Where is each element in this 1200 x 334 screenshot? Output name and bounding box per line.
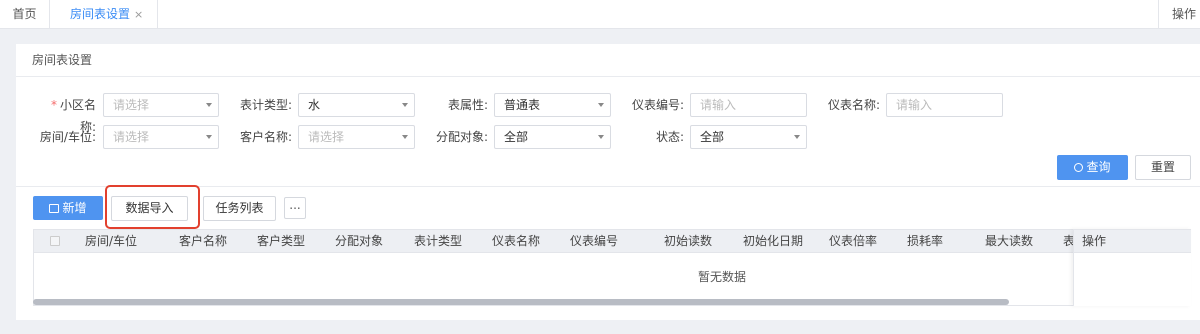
chevron-down-icon bbox=[206, 135, 212, 139]
reset-button[interactable]: 重置 bbox=[1135, 155, 1191, 180]
col-room: 房间/车位 bbox=[85, 234, 138, 248]
import-data-button[interactable]: 数据导入 bbox=[111, 196, 188, 221]
meter-name-input[interactable]: 请输入 bbox=[886, 93, 1003, 117]
table-header: 房间/车位 客户名称 客户类型 分配对象 表计类型 仪表名称 仪表编号 初始读数… bbox=[33, 229, 1191, 253]
meter-attr-label: 表属性: bbox=[447, 98, 488, 112]
meter-type-label: 表计类型: bbox=[239, 98, 292, 112]
tab-home[interactable]: 首页 bbox=[0, 0, 50, 29]
col-operations: 操作 bbox=[1074, 229, 1191, 253]
select-all-checkbox[interactable] bbox=[50, 236, 60, 246]
col-max-reading: 最大读数 bbox=[985, 234, 1034, 248]
search-icon bbox=[1074, 163, 1084, 172]
col-alloc: 分配对象 bbox=[335, 234, 384, 248]
customer-label: 客户名称: bbox=[239, 130, 292, 144]
tab-label: 房间表设置 bbox=[70, 7, 131, 21]
col-meter-no: 仪表编号 bbox=[570, 234, 619, 248]
chevron-down-icon bbox=[794, 135, 800, 139]
tab-operations[interactable]: 操作 bbox=[1158, 0, 1200, 29]
ops-fixed-column: 操作 bbox=[1073, 229, 1191, 306]
chevron-down-icon bbox=[402, 135, 408, 139]
chevron-down-icon bbox=[598, 103, 604, 107]
page-title: 房间表设置 bbox=[16, 44, 1200, 77]
room-select[interactable]: 请选择 bbox=[103, 125, 219, 149]
alloc-label: 分配对象: bbox=[435, 130, 488, 144]
close-icon[interactable]: × bbox=[134, 0, 143, 29]
room-label: 房间/车位: bbox=[39, 130, 96, 144]
more-button[interactable]: ... bbox=[284, 197, 306, 219]
alloc-select[interactable]: 全部 bbox=[494, 125, 611, 149]
chevron-down-icon bbox=[598, 135, 604, 139]
col-customer-name: 客户名称 bbox=[179, 234, 228, 248]
col-init-date: 初始化日期 bbox=[743, 234, 804, 248]
col-customer-type: 客户类型 bbox=[257, 234, 306, 248]
col-loss-rate: 损耗率 bbox=[907, 234, 944, 248]
col-initial-reading: 初始读数 bbox=[664, 234, 713, 248]
meter-name-label: 仪表名称: bbox=[827, 98, 880, 112]
status-select[interactable]: 全部 bbox=[690, 125, 807, 149]
edit-icon bbox=[49, 204, 60, 213]
status-label: 状态: bbox=[655, 130, 684, 144]
meter-type-select[interactable]: 水 bbox=[298, 93, 415, 117]
chevron-down-icon bbox=[206, 103, 212, 107]
chevron-down-icon bbox=[402, 103, 408, 107]
customer-select[interactable]: 请选择 bbox=[298, 125, 415, 149]
col-meter-type: 表计类型 bbox=[414, 234, 463, 248]
task-list-button[interactable]: 任务列表 bbox=[203, 196, 276, 221]
community-label: * 小区名称: bbox=[50, 98, 96, 134]
tab-room-meter-settings[interactable]: 房间表设置 × bbox=[50, 0, 158, 29]
empty-state: 暂无数据 bbox=[697, 270, 746, 284]
add-button[interactable]: 新增 bbox=[33, 196, 103, 220]
community-select[interactable]: 请选择 bbox=[103, 93, 219, 117]
col-multiplier: 仪表倍率 bbox=[829, 234, 878, 248]
meter-no-label: 仪表编号: bbox=[631, 98, 684, 112]
query-button[interactable]: 查询 bbox=[1057, 155, 1128, 180]
meter-no-input[interactable]: 请输入 bbox=[690, 93, 807, 117]
meter-attr-select[interactable]: 普通表 bbox=[494, 93, 611, 117]
horizontal-scrollbar[interactable] bbox=[33, 299, 1009, 305]
col-meter-name: 仪表名称 bbox=[492, 234, 541, 248]
tab-bar: 首页 房间表设置 × 操作 bbox=[0, 0, 1200, 29]
